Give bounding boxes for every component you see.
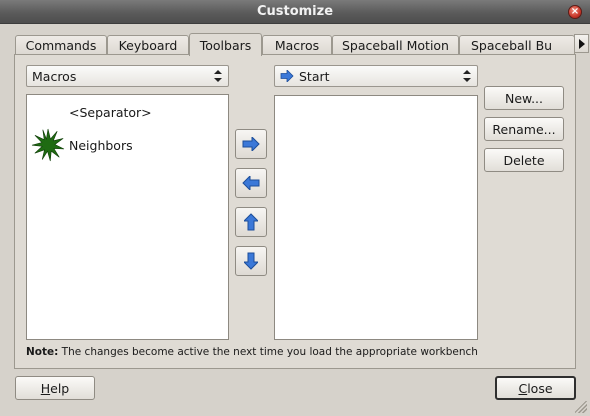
remove-from-toolbar-button[interactable] [235,168,267,198]
delete-toolbar-button[interactable]: Delete [484,148,564,172]
blue-right-arrow-icon [280,70,294,82]
tab-toolbars[interactable]: Toolbars [189,33,262,56]
select-arrows-icon [214,70,222,82]
note-text: Note: The changes become active the next… [26,346,478,358]
new-toolbar-button[interactable]: New... [484,86,564,110]
right-arrow-icon [242,137,260,151]
toolbar-select[interactable]: Start [274,65,478,87]
add-to-toolbar-button[interactable] [235,129,267,159]
workbench-select[interactable]: Macros [26,65,229,87]
list-item[interactable]: Neighbors [31,128,133,162]
note-label: Note: [26,346,59,358]
rename-toolbar-button[interactable]: Rename... [484,117,564,141]
resize-grip-icon[interactable] [575,401,587,413]
move-up-button[interactable] [235,207,267,237]
left-arrow-icon [242,176,260,190]
close-label-rest: lose [527,380,553,396]
toolbar-select-value: Start [299,68,330,84]
workbench-select-value: Macros [32,68,77,84]
help-label-rest: elp [50,380,70,396]
close-mnemonic: C [518,380,528,396]
green-starburst-icon [31,128,65,162]
tab-spaceball-buttons[interactable]: Spaceball Bu [459,35,575,55]
toolbar-commands-list[interactable] [274,95,478,340]
available-commands-list[interactable]: <Separator> Neighbors [26,94,229,340]
window-title: Customize [256,4,334,19]
help-button[interactable]: Help [15,376,95,400]
tab-macros[interactable]: Macros [262,35,332,55]
select-arrows-icon [463,70,471,82]
tab-scroll-right-icon[interactable] [574,34,589,53]
close-window-icon[interactable]: × [568,5,582,19]
down-arrow-icon [244,252,258,270]
tab-commands[interactable]: Commands [15,35,107,55]
move-down-button[interactable] [235,246,267,276]
note-body: The changes become active the next time … [58,346,478,358]
tab-spaceball-motion[interactable]: Spaceball Motion [332,35,459,55]
help-mnemonic: H [40,380,51,396]
up-arrow-icon [244,213,258,231]
list-item[interactable]: <Separator> [69,105,152,120]
tab-bar: Commands Keyboard Toolbars Macros Spaceb… [14,33,589,56]
window-titlebar: Customize × [0,0,590,24]
list-item-label: Neighbors [69,137,133,153]
tab-keyboard[interactable]: Keyboard [107,35,189,55]
close-button[interactable]: Close [495,376,576,400]
